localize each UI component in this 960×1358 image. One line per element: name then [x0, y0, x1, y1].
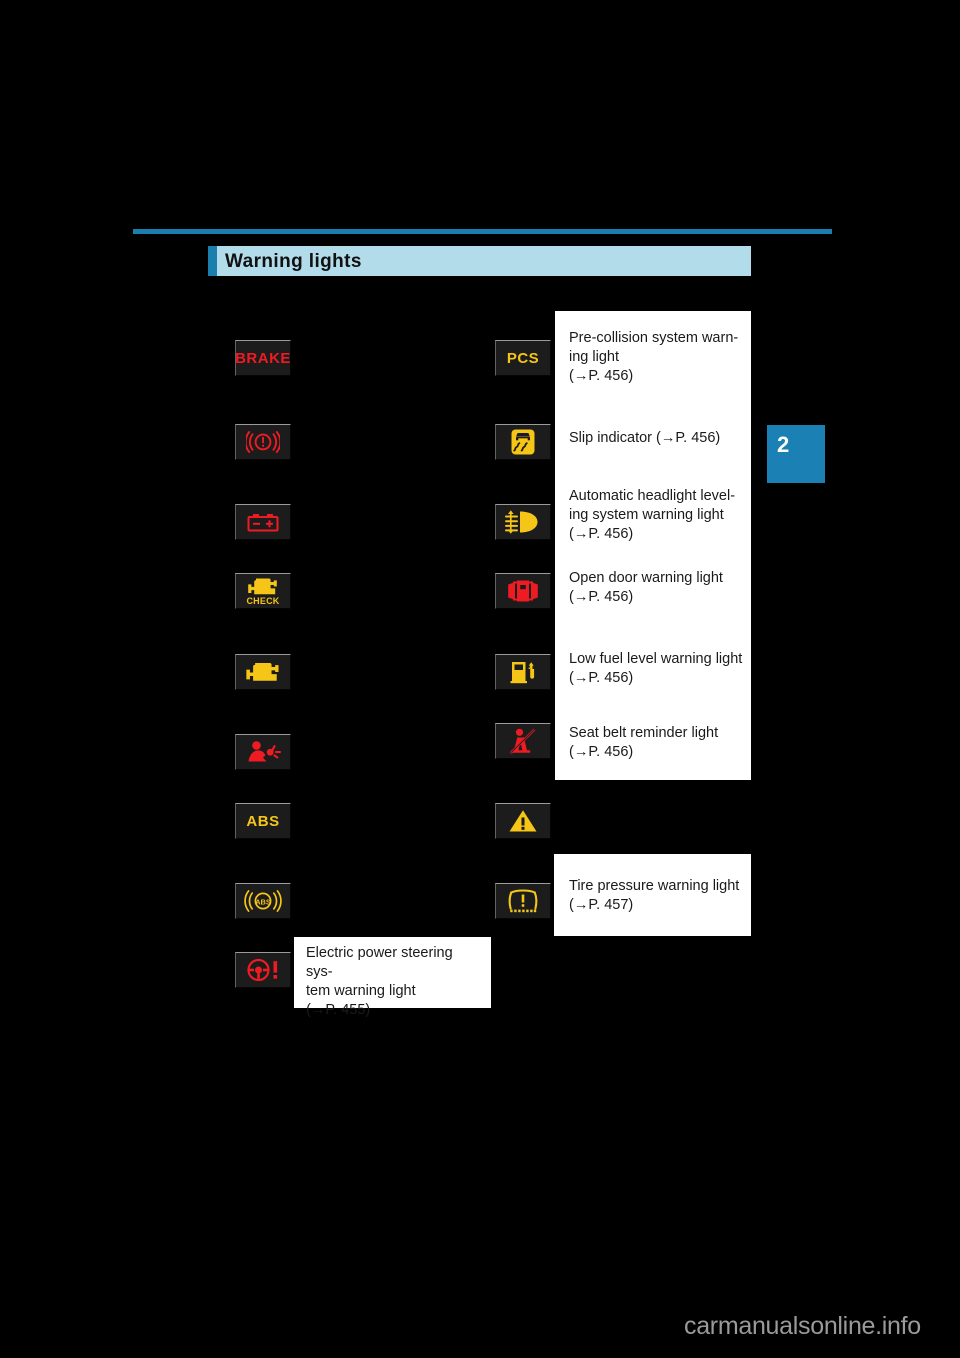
pcs-warning-light-label: PCS: [506, 349, 540, 367]
headlight-leveling-caption: Automatic headlight level- ing system wa…: [569, 487, 741, 544]
tire-pressure-caption-line1: Tire pressure warning light: [569, 878, 740, 894]
open-door-caption-line1: Open door warning light: [569, 570, 723, 586]
master-warning-light-icon: [495, 803, 551, 839]
automatic-headlight-leveling-warning-light-icon: [495, 504, 551, 540]
chapter-tab: 2: [767, 425, 825, 483]
check-engine-warning-light-icon: CHECK: [235, 573, 291, 609]
eps-caption-line3: (→P. 455): [306, 1002, 371, 1018]
tire-pressure-caption: Tire pressure warning light (→P. 457): [569, 877, 744, 915]
slip-indicator-caption: Slip indicator (→P. 456): [569, 429, 741, 448]
eps-caption-line1: Electric power steering sys-: [306, 945, 453, 980]
open-door-caption-line2: (→P. 456): [569, 589, 634, 605]
pcs-caption-line3: (→P. 456): [569, 368, 634, 384]
low-fuel-level-warning-light-icon: [495, 654, 551, 690]
low-fuel-caption: Low fuel level warning light (→P. 456): [569, 650, 744, 688]
headlight-leveling-caption-line2: ing system warning light: [569, 507, 724, 523]
page-title: Warning lights: [225, 251, 362, 272]
section-header-accent: [208, 246, 217, 276]
chapter-number: 2: [777, 432, 790, 457]
pre-collision-system-warning-light-icon: PCS: [495, 340, 551, 376]
tire-pressure-caption-line2: (→P. 457): [569, 897, 634, 913]
srs-airbag-warning-light-icon: [235, 734, 291, 770]
header-rule: [133, 229, 832, 234]
pcs-caption: Pre-collision system warn- ing light (→P…: [569, 329, 741, 386]
low-fuel-caption-line1: Low fuel level warning light: [569, 651, 743, 667]
abs-warning-light-icon: ABS: [235, 803, 291, 839]
low-fuel-caption-line2: (→P. 456): [569, 670, 634, 686]
abs-warning-light-label: ABS: [246, 812, 280, 830]
headlight-leveling-caption-line3: (→P. 456): [569, 526, 634, 542]
brake-warning-light-label: BRAKE: [235, 349, 291, 367]
eps-caption-line2: tem warning light: [306, 983, 416, 999]
headlight-leveling-caption-line1: Automatic headlight level-: [569, 488, 736, 504]
pcs-caption-line2: ing light: [569, 349, 619, 365]
seat-belt-caption-line1: Seat belt reminder light: [569, 725, 719, 741]
brake-assist-abs-warning-light-icon: ABS: [235, 883, 291, 919]
charging-system-warning-light-icon: [235, 504, 291, 540]
seat-belt-caption: Seat belt reminder light (→P. 456): [569, 724, 741, 762]
tire-pressure-warning-light-icon: [495, 883, 551, 919]
open-door-warning-light-icon: [495, 573, 551, 609]
slip-indicator-caption-line1: Slip indicator (→P. 456): [569, 430, 721, 446]
seat-belt-reminder-light-icon: [495, 723, 551, 759]
pcs-caption-line1: Pre-collision system warn-: [569, 330, 739, 346]
electric-power-steering-warning-light-icon: [235, 952, 291, 988]
section-header: Warning lights: [208, 246, 751, 276]
seat-belt-caption-line2: (→P. 456): [569, 744, 634, 760]
brake-warning-light-icon: BRAKE: [235, 340, 291, 376]
check-engine-label: CHECK: [246, 595, 280, 606]
brake-assist-abs-inner-label: ABS: [255, 897, 271, 906]
eps-caption: Electric power steering sys- tem warning…: [306, 944, 481, 1020]
brake-system-warning-light-icon: [235, 424, 291, 460]
malfunction-indicator-lamp-icon: [235, 654, 291, 690]
open-door-caption: Open door warning light (→P. 456): [569, 569, 741, 607]
watermark: carmanualsonline.info: [684, 1312, 921, 1340]
slip-indicator-icon: [495, 424, 551, 460]
